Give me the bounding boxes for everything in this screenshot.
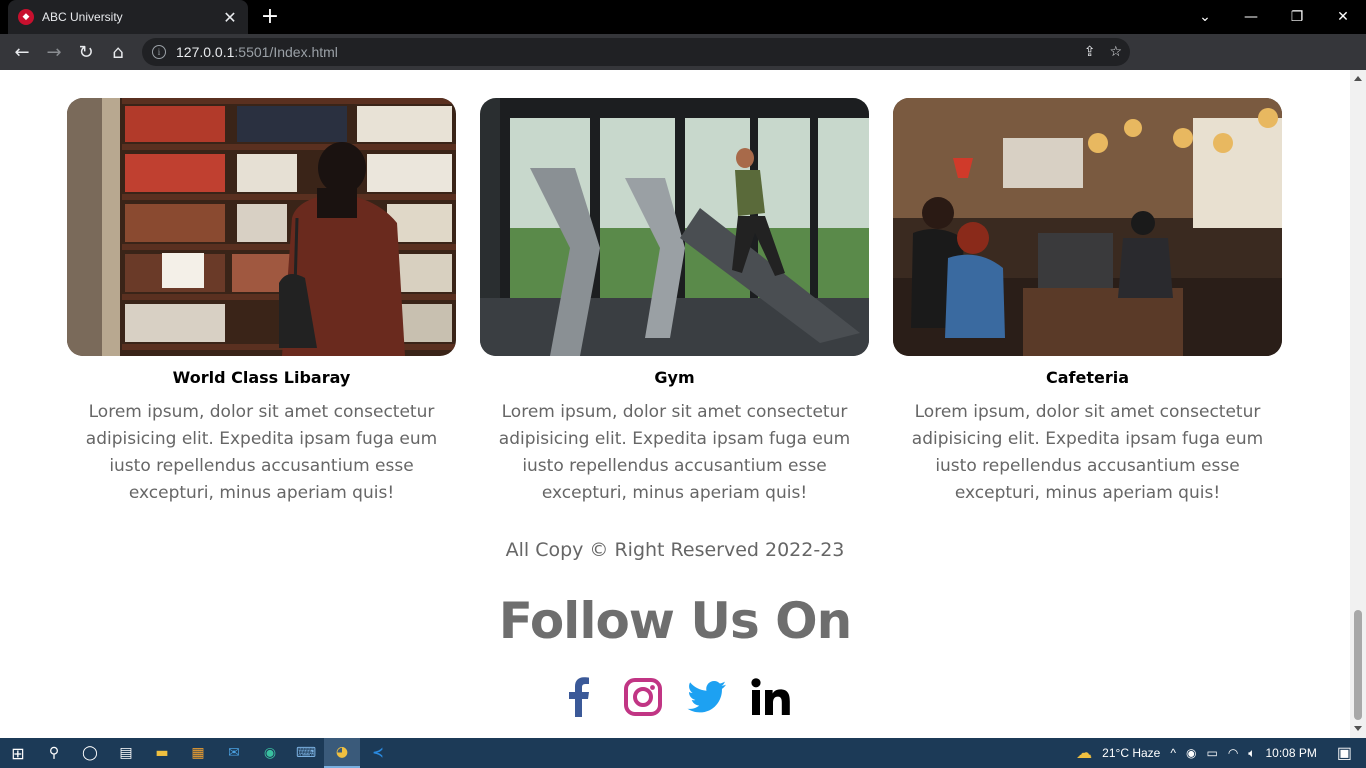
search-icon[interactable]: ⚲	[36, 738, 72, 768]
notification-icon[interactable]: ▣	[1337, 743, 1352, 763]
system-tray: ☁ 21°C Haze ^ ◉ ▭ ◠ 🔈︎ 10:08 PM ▣	[1076, 738, 1366, 768]
file-explorer-icon[interactable]: ▬	[144, 738, 180, 768]
chrome-taskbar-icon[interactable]: ◕	[324, 738, 360, 768]
share-icon[interactable]: ⇪	[1084, 44, 1096, 60]
card-description: Lorem ipsum, dolor sit amet consectetur …	[498, 402, 851, 503]
mail-icon[interactable]: ✉	[216, 738, 252, 768]
facility-card-cafeteria: Cafeteria Lorem ipsum, dolor sit amet co…	[893, 98, 1282, 507]
facility-card-gym: Gym Lorem ipsum, dolor sit amet consecte…	[480, 98, 869, 507]
card-description: Lorem ipsum, dolor sit amet consectetur …	[85, 402, 438, 503]
linkedin-icon[interactable]	[751, 675, 791, 719]
minimize-button[interactable]: —	[1228, 0, 1274, 34]
vscode-icon[interactable]: ≺	[360, 738, 396, 768]
windows-taskbar: ⊞ ⚲ ◯ ▤ ▬ ▦ ✉ ◉ ⌨ ◕ ≺ ☁ 21°C Haze ^ ◉ ▭ …	[0, 738, 1366, 768]
browser-tab-strip: ◆ ABC University ✕ + ⌄ — ❐ ✕	[0, 0, 1366, 34]
record-icon[interactable]: ◉	[1186, 746, 1196, 760]
cafeteria-image	[893, 98, 1282, 356]
social-links	[0, 675, 1350, 719]
card-title: Cafeteria	[1045, 368, 1130, 387]
twitter-icon[interactable]	[687, 675, 727, 719]
university-shield-icon: ◆	[18, 9, 34, 25]
close-window-button[interactable]: ✕	[1320, 0, 1366, 34]
browser-tab[interactable]: ◆ ABC University ✕	[8, 0, 248, 34]
new-tab-button[interactable]: +	[258, 4, 282, 29]
battery-icon[interactable]: ▭	[1206, 746, 1217, 760]
volume-icon[interactable]: 🔈︎	[1248, 746, 1255, 761]
keyboard-app-icon[interactable]: ⌨	[288, 738, 324, 768]
scroll-down-arrow-icon[interactable]	[1354, 726, 1362, 731]
url-host: 127.0.0.1	[176, 44, 235, 60]
tab-search-icon[interactable]: ⌄	[1182, 0, 1228, 34]
card-title: World Class Libaray	[172, 368, 351, 387]
follow-heading: Follow Us On	[498, 592, 853, 650]
card-title: Gym	[654, 368, 695, 387]
home-icon[interactable]: ⌂	[102, 36, 134, 68]
facebook-icon[interactable]	[559, 675, 599, 719]
site-info-icon[interactable]: i	[152, 45, 166, 59]
copyright-text: All Copy © Right Reserved 2022-23	[505, 539, 845, 561]
page-viewport: World Class Libaray Lorem ipsum, dolor s…	[0, 70, 1350, 738]
edge-browser-icon[interactable]: ◉	[252, 738, 288, 768]
tab-title: ABC University	[42, 10, 123, 24]
gym-image	[480, 98, 869, 356]
microsoft-store-icon[interactable]: ▦	[180, 738, 216, 768]
forward-icon[interactable]: →	[38, 36, 70, 68]
instagram-icon[interactable]	[623, 675, 663, 719]
cortana-icon[interactable]: ◯	[72, 738, 108, 768]
reload-icon[interactable]: ↻	[70, 36, 102, 68]
address-bar[interactable]: i 127.0.0.1 :5501/Index.html ⇪ ☆	[142, 38, 1130, 66]
library-image	[67, 98, 456, 356]
browser-toolbar: ← → ↻ ⌂ i 127.0.0.1 :5501/Index.html ⇪ ☆…	[0, 34, 1366, 96]
windows-start-icon[interactable]: ⊞	[0, 738, 36, 768]
bookmark-star-icon[interactable]: ☆	[1109, 44, 1122, 60]
weather-text[interactable]: 21°C Haze	[1102, 746, 1160, 760]
close-tab-icon[interactable]: ✕	[222, 8, 238, 27]
restore-button[interactable]: ❐	[1274, 0, 1320, 34]
facility-card-library: World Class Libaray Lorem ipsum, dolor s…	[67, 98, 456, 507]
url-path: :5501/Index.html	[234, 44, 338, 60]
page-scrollbar[interactable]	[1350, 70, 1366, 738]
scroll-up-arrow-icon[interactable]	[1354, 76, 1362, 81]
haze-weather-icon: ☁	[1076, 745, 1093, 762]
card-description: Lorem ipsum, dolor sit amet consectetur …	[911, 402, 1264, 503]
wifi-icon[interactable]: ◠	[1228, 746, 1238, 760]
back-icon[interactable]: ←	[6, 36, 38, 68]
clock-time[interactable]: 10:08 PM	[1266, 746, 1317, 760]
tray-chevron-icon[interactable]: ^	[1170, 746, 1176, 760]
task-view-icon[interactable]: ▤	[108, 738, 144, 768]
scrollbar-thumb[interactable]	[1354, 610, 1362, 720]
